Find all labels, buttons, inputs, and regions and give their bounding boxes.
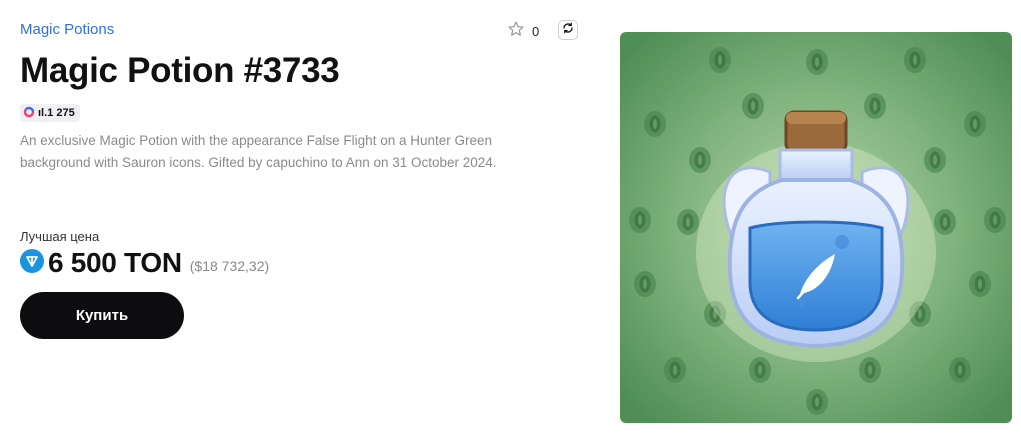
nft-title: Magic Potion #3733 bbox=[20, 51, 340, 90]
star-outline-icon[interactable] bbox=[507, 20, 525, 43]
stats-badge[interactable]: ıl.1 275 bbox=[20, 104, 80, 122]
refresh-button[interactable] bbox=[558, 20, 578, 40]
price-label: Лучшая цена bbox=[20, 229, 100, 244]
refresh-icon bbox=[562, 21, 574, 39]
price-row: 6 500 TON ($18 732,32) bbox=[20, 247, 269, 279]
collection-link[interactable]: Magic Potions bbox=[20, 21, 114, 38]
rarity-ring-icon bbox=[23, 106, 35, 121]
price-value: 6 500 TON bbox=[48, 247, 182, 278]
nft-description: An exclusive Magic Potion with the appea… bbox=[20, 133, 497, 170]
buy-button[interactable]: Купить bbox=[20, 292, 184, 339]
favorite-count: 0 bbox=[532, 24, 540, 39]
favorite-control[interactable]: 0 bbox=[507, 20, 539, 43]
stats-value: ıl.1 275 bbox=[38, 107, 75, 119]
price-usd: ($18 732,32) bbox=[189, 258, 270, 274]
nft-artwork bbox=[620, 32, 1012, 423]
ton-icon bbox=[20, 248, 44, 278]
